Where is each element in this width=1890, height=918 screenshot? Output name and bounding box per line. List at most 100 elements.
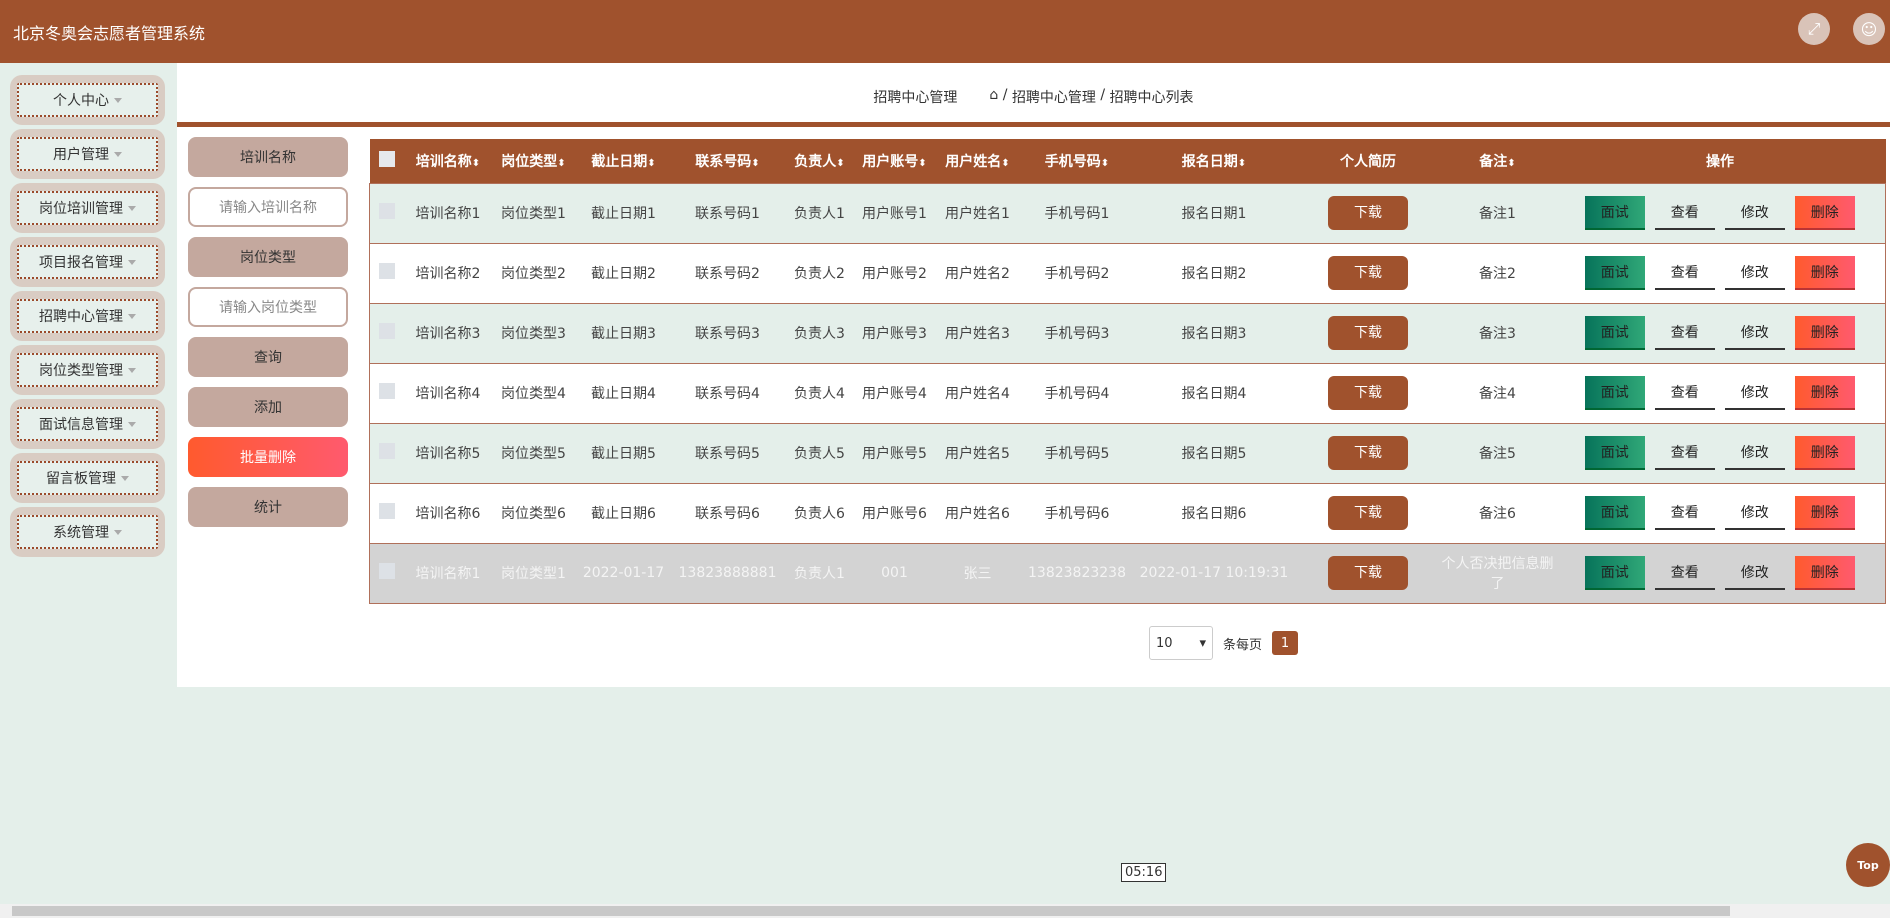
view-button[interactable]: 查看: [1654, 316, 1715, 350]
sort-icon[interactable]: ⬍: [647, 158, 655, 169]
row-checkbox[interactable]: [369, 422, 405, 483]
edit-button[interactable]: 修改: [1724, 496, 1785, 530]
sidebar-item[interactable]: 招聘中心管理: [10, 291, 165, 341]
interview-button[interactable]: 面试: [1584, 196, 1645, 230]
table-cell: 联系号码1: [671, 182, 784, 243]
fullscreen-icon[interactable]: ⤢: [1798, 13, 1830, 45]
column-header[interactable]: 手机号码⬍: [1021, 139, 1133, 183]
download-button[interactable]: 下载: [1328, 556, 1408, 590]
column-header[interactable]: 报名日期⬍: [1132, 139, 1296, 183]
view-button[interactable]: 查看: [1654, 376, 1715, 410]
page-1-button[interactable]: 1: [1272, 631, 1299, 655]
sort-icon[interactable]: ⬍: [557, 158, 565, 169]
column-header[interactable]: 备注⬍: [1440, 139, 1555, 183]
view-button[interactable]: 查看: [1654, 496, 1715, 530]
sidebar-item[interactable]: 岗位类型管理: [10, 345, 165, 395]
column-header[interactable]: 联系号码⬍: [671, 139, 784, 183]
table-cell: 培训名称6: [404, 482, 492, 543]
interview-button[interactable]: 面试: [1584, 556, 1645, 590]
sidebar-item[interactable]: 个人中心: [10, 75, 165, 125]
sidebar-item[interactable]: 用户管理: [10, 129, 165, 179]
edit-button[interactable]: 修改: [1724, 316, 1785, 350]
table-cell: 个人否决把信息删了: [1440, 542, 1555, 603]
batch-delete-button[interactable]: 批量删除: [188, 437, 348, 477]
delete-button[interactable]: 删除: [1794, 316, 1855, 350]
breadcrumb: 招聘中心管理 ⌂ / 招聘中心管理 / 招聘中心列表: [873, 87, 1194, 107]
sidebar-item[interactable]: 留言板管理: [10, 453, 165, 503]
delete-button[interactable]: 删除: [1794, 496, 1855, 530]
sidebar-item[interactable]: 项目报名管理: [10, 237, 165, 287]
interview-button[interactable]: 面试: [1584, 256, 1645, 290]
table-cell: 手机号码3: [1021, 302, 1133, 363]
sort-icon[interactable]: ⬍: [1507, 158, 1515, 169]
delete-button[interactable]: 删除: [1794, 196, 1855, 230]
row-checkbox[interactable]: [369, 542, 405, 603]
row-checkbox[interactable]: [369, 242, 405, 303]
horizontal-scrollbar[interactable]: [0, 904, 1890, 918]
edit-button[interactable]: 修改: [1724, 556, 1785, 590]
column-header[interactable]: 岗位类型⬍: [491, 139, 576, 183]
edit-button[interactable]: 修改: [1724, 436, 1785, 470]
table-cell: 截止日期5: [575, 422, 672, 483]
row-checkbox[interactable]: [369, 182, 405, 243]
table-cell: 用户姓名1: [933, 182, 1022, 243]
table-cell: 报名日期5: [1132, 422, 1296, 483]
row-checkbox[interactable]: [369, 362, 405, 423]
table-cell: 手机号码5: [1021, 422, 1133, 483]
user-icon[interactable]: ☺: [1853, 13, 1885, 45]
sort-icon[interactable]: ⬍: [472, 158, 480, 169]
position-type-input[interactable]: 请输入岗位类型: [188, 287, 348, 327]
table-cell: 岗位类型1: [491, 182, 576, 243]
interview-button[interactable]: 面试: [1584, 316, 1645, 350]
edit-button[interactable]: 修改: [1724, 376, 1785, 410]
download-button[interactable]: 下载: [1328, 196, 1408, 230]
home-icon[interactable]: ⌂: [989, 87, 1002, 107]
interview-button[interactable]: 面试: [1584, 496, 1645, 530]
column-header[interactable]: 培训名称⬍: [404, 139, 492, 183]
view-button[interactable]: 查看: [1654, 556, 1715, 590]
stats-button[interactable]: 统计: [188, 487, 348, 527]
page-size-select[interactable]: 10 ▾: [1149, 626, 1213, 660]
view-button[interactable]: 查看: [1654, 256, 1715, 290]
column-header[interactable]: 负责人⬍: [783, 139, 856, 183]
row-checkbox[interactable]: [369, 302, 405, 363]
delete-button[interactable]: 删除: [1794, 556, 1855, 590]
view-button[interactable]: 查看: [1654, 196, 1715, 230]
sort-icon[interactable]: ⬍: [1001, 158, 1009, 169]
sidebar-item-label: 岗位培训管理: [39, 201, 123, 217]
add-button[interactable]: 添加: [188, 387, 348, 427]
column-header[interactable]: 用户账号⬍: [855, 139, 934, 183]
interview-button[interactable]: 面试: [1584, 436, 1645, 470]
sort-icon[interactable]: ⬍: [1101, 158, 1109, 169]
sort-icon[interactable]: ⬍: [918, 158, 926, 169]
table-cell: 截止日期2: [575, 242, 672, 303]
query-button[interactable]: 查询: [188, 337, 348, 377]
back-to-top-button[interactable]: Top: [1846, 843, 1890, 887]
sort-icon[interactable]: ⬍: [1238, 158, 1246, 169]
sidebar-item[interactable]: 系统管理: [10, 507, 165, 557]
edit-button[interactable]: 修改: [1724, 256, 1785, 290]
delete-button[interactable]: 删除: [1794, 436, 1855, 470]
view-button[interactable]: 查看: [1654, 436, 1715, 470]
breadcrumb-item: 招聘中心列表: [1109, 90, 1194, 106]
download-button[interactable]: 下载: [1328, 436, 1408, 470]
row-checkbox[interactable]: [369, 482, 405, 543]
column-header[interactable]: 截止日期⬍: [575, 139, 672, 183]
interview-button[interactable]: 面试: [1584, 376, 1645, 410]
download-button[interactable]: 下载: [1328, 496, 1408, 530]
download-button[interactable]: 下载: [1328, 256, 1408, 290]
scrollbar-thumb[interactable]: [12, 906, 1730, 916]
sort-icon[interactable]: ⬍: [836, 158, 844, 169]
download-button[interactable]: 下载: [1328, 376, 1408, 410]
training-name-input[interactable]: 请输入培训名称: [188, 187, 348, 227]
delete-button[interactable]: 删除: [1794, 376, 1855, 410]
edit-button[interactable]: 修改: [1724, 196, 1785, 230]
breadcrumb-item[interactable]: 招聘中心管理: [1012, 87, 1096, 107]
sidebar-item[interactable]: 面试信息管理: [10, 399, 165, 449]
column-header[interactable]: 用户姓名⬍: [933, 139, 1022, 183]
sidebar-item[interactable]: 岗位培训管理: [10, 183, 165, 233]
sort-icon[interactable]: ⬍: [751, 158, 759, 169]
download-button[interactable]: 下载: [1328, 316, 1408, 350]
delete-button[interactable]: 删除: [1794, 256, 1855, 290]
select-all-checkbox[interactable]: [369, 139, 405, 183]
